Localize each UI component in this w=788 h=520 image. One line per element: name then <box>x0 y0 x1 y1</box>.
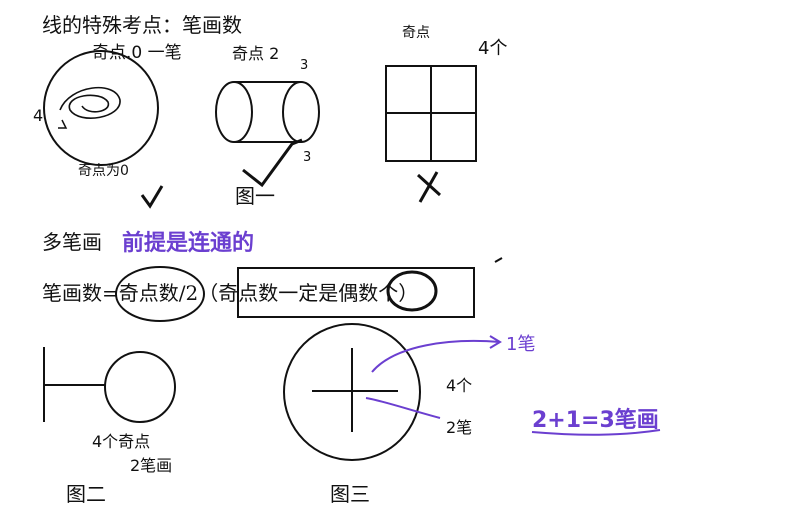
fig1-cylinder-n1: 3 <box>300 58 309 73</box>
even-note-box <box>237 267 475 318</box>
fig3-sum-note: 2+1=3笔画 <box>532 408 659 433</box>
fig3-one-stroke-note: 1笔 <box>506 334 536 355</box>
figure-1-circle <box>43 50 159 166</box>
fig1-grid-top-note: 奇点 <box>402 25 430 41</box>
odd-points-circle <box>115 266 205 322</box>
fig3-arrow-upper <box>371 335 502 373</box>
fig1-grid-right-note: 4个 <box>478 38 508 59</box>
even-scribble-circle <box>386 270 438 312</box>
fig1-cylinder-n2: 3 <box>303 150 312 165</box>
figure-2-graph <box>43 347 176 423</box>
fig2-stroke-note: 2笔画 <box>130 456 173 475</box>
checkmark-icon <box>140 185 164 209</box>
fig1-circle-left-note: 4 <box>33 106 44 125</box>
connected-premise-note: 前提是连通的 <box>122 231 255 256</box>
fig3-arrow-lower <box>365 397 441 419</box>
figure-3-graph <box>283 323 421 461</box>
fig2-odd-points-note: 4个奇点 <box>92 432 151 451</box>
figure-1-grid <box>385 65 477 203</box>
fig1-cylinder-top-note: 奇点 2 <box>232 44 280 63</box>
figure-1-cylinder <box>215 81 320 188</box>
fig1-circle-bottom-note: 奇点为0 <box>78 163 129 179</box>
fig3-count-note: 4个 <box>446 376 473 395</box>
fig3-two-strokes-note: 2笔 <box>446 418 473 437</box>
fig1-circle-top-note: 奇点.0 一笔 <box>92 43 182 63</box>
